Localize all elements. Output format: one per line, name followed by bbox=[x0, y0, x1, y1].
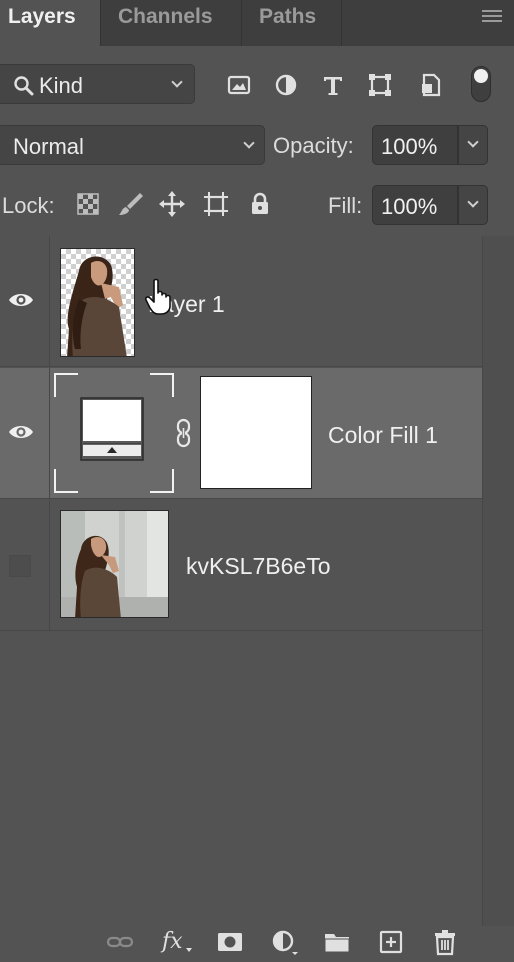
smart-object-filter-icon[interactable] bbox=[418, 72, 444, 98]
tab-channels[interactable]: Channels bbox=[101, 0, 242, 46]
fx-text: fx bbox=[162, 929, 183, 954]
link-layers-icon[interactable] bbox=[106, 928, 134, 956]
lock-label: Lock: bbox=[2, 193, 55, 218]
add-mask-icon[interactable] bbox=[216, 928, 244, 956]
layer-name[interactable]: kvKSL7B6eTo bbox=[186, 553, 330, 580]
fill-input[interactable]: 100% bbox=[372, 185, 458, 225]
visibility-column bbox=[0, 236, 50, 366]
filter-toggle-switch[interactable] bbox=[471, 66, 491, 102]
search-icon bbox=[14, 76, 34, 96]
shape-filter-icon[interactable] bbox=[367, 72, 393, 98]
opacity-label: Opacity: bbox=[273, 133, 354, 158]
layer-row-color-fill-1[interactable]: Color Fill 1 bbox=[0, 368, 482, 499]
color-fill-icon bbox=[80, 397, 144, 461]
blend-mode-select[interactable]: Normal bbox=[0, 125, 265, 165]
layer-mask-thumbnail[interactable] bbox=[200, 376, 312, 489]
adjustment-filter-icon[interactable] bbox=[273, 72, 299, 98]
lock-all-icon[interactable] bbox=[246, 190, 274, 218]
visibility-column bbox=[0, 368, 50, 498]
lock-position-icon[interactable] bbox=[158, 190, 186, 218]
eye-icon[interactable] bbox=[8, 423, 34, 441]
opacity-value: 100% bbox=[381, 134, 438, 159]
panel-menu-icon[interactable] bbox=[482, 10, 502, 24]
layer-thumbnail bbox=[60, 510, 169, 618]
fx-icon[interactable]: fx bbox=[160, 928, 194, 956]
tab-layers[interactable]: Layers bbox=[0, 0, 101, 46]
new-layer-icon[interactable] bbox=[377, 928, 405, 956]
image-filter-icon[interactable] bbox=[226, 72, 252, 98]
adjustment-thumbnail-frame[interactable] bbox=[54, 373, 174, 493]
layer-row-kvksl7b6eto[interactable]: kvKSL7B6eTo bbox=[0, 500, 482, 631]
chevron-down-icon bbox=[467, 196, 479, 208]
panel-tab-bar: Layers Channels Paths bbox=[0, 0, 514, 46]
layer-name[interactable]: Color Fill 1 bbox=[328, 422, 438, 449]
filter-kind-select[interactable]: Kind bbox=[0, 64, 195, 104]
opacity-dropdown-button[interactable] bbox=[458, 125, 488, 165]
opacity-input[interactable]: 100% bbox=[372, 125, 458, 165]
tab-paths[interactable]: Paths bbox=[242, 0, 342, 46]
fill-label: Fill: bbox=[328, 193, 363, 218]
woman-portrait-image bbox=[67, 256, 127, 356]
new-group-icon[interactable] bbox=[323, 928, 351, 956]
fill-value: 100% bbox=[381, 194, 438, 219]
layers-list: Layer 1 Color Fill 1 kvKSL7B6eTo bbox=[0, 236, 482, 926]
delete-layer-icon[interactable] bbox=[431, 928, 459, 956]
layers-scrollbar[interactable] bbox=[482, 236, 514, 926]
filter-kind-label: Kind bbox=[39, 73, 84, 98]
visibility-column bbox=[0, 500, 50, 630]
type-filter-icon[interactable] bbox=[320, 72, 346, 98]
chevron-down-icon bbox=[243, 137, 255, 149]
layer-thumbnail bbox=[60, 248, 135, 357]
link-chain-icon[interactable] bbox=[174, 418, 194, 448]
lock-transparent-pixels-icon[interactable] bbox=[74, 190, 102, 218]
chevron-down-icon bbox=[171, 76, 183, 88]
lock-image-pixels-icon[interactable] bbox=[117, 190, 145, 218]
fill-dropdown-button[interactable] bbox=[458, 185, 488, 225]
woman-photo-image bbox=[61, 511, 168, 617]
layer-row-layer-1[interactable]: Layer 1 bbox=[0, 236, 482, 367]
eye-icon[interactable] bbox=[8, 291, 34, 309]
chevron-down-icon bbox=[467, 136, 479, 148]
blend-mode-value: Normal bbox=[13, 134, 84, 159]
visibility-toggle-empty[interactable] bbox=[9, 555, 31, 577]
new-adjustment-icon[interactable] bbox=[270, 928, 298, 956]
hand-cursor-icon bbox=[145, 278, 171, 315]
lock-artboard-icon[interactable] bbox=[202, 190, 230, 218]
